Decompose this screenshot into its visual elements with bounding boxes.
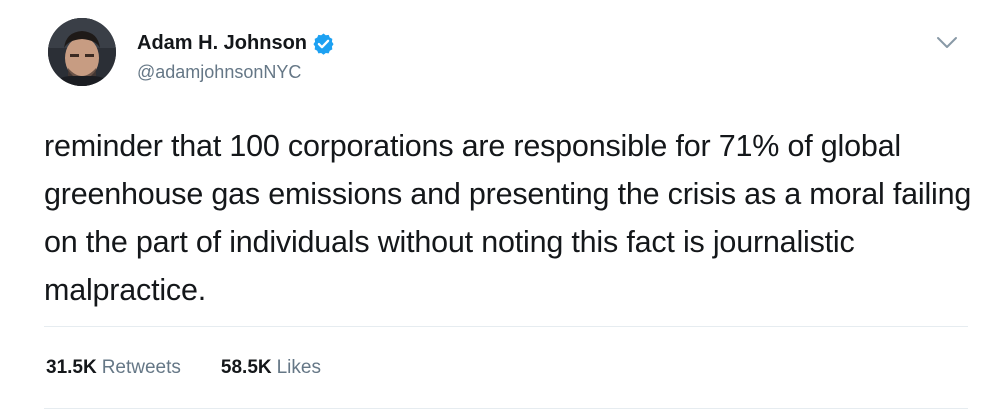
tweet-card: Adam H. Johnson @adamjohnsonNYC reminder… [0, 0, 1000, 410]
author-handle[interactable]: @adamjohnsonNYC [137, 62, 301, 83]
avatar-image [48, 18, 116, 86]
tweet-text: reminder that 100 corporations are respo… [44, 129, 972, 307]
chevron-down-icon[interactable] [936, 36, 958, 50]
divider [44, 326, 968, 327]
retweets-count: 31.5K [46, 357, 97, 378]
likes-stat[interactable]: 58.5K Likes [221, 357, 321, 379]
retweets-stat[interactable]: 31.5K Retweets [46, 357, 181, 379]
tweet-stats: 31.5K Retweets 58.5K Likes [46, 357, 321, 379]
author-name-text: Adam H. Johnson [137, 32, 308, 54]
likes-count: 58.5K [220, 357, 272, 378]
retweets-label: Retweets [101, 357, 181, 378]
author-name[interactable]: Adam H. Johnson [137, 32, 335, 55]
divider [44, 408, 968, 409]
likes-label: Likes [276, 357, 321, 378]
verified-badge-icon [312, 32, 335, 55]
avatar[interactable] [48, 18, 116, 86]
